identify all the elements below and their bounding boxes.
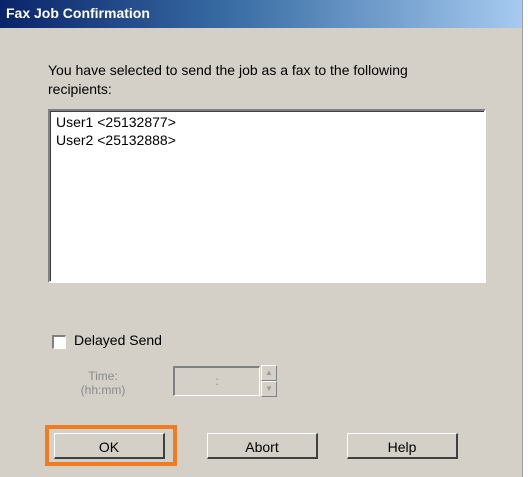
recipients-listbox[interactable]: User1 <25132877> User2 <25132888> xyxy=(48,109,486,283)
time-label-line1: Time: xyxy=(88,369,118,383)
delayed-send-checkbox[interactable] xyxy=(52,335,66,349)
dialog-title: Fax Job Confirmation xyxy=(6,5,150,21)
spin-up-icon[interactable]: ▲ xyxy=(261,365,277,381)
abort-button[interactable]: Abort xyxy=(207,433,318,459)
recipient-item[interactable]: User2 <25132888> xyxy=(56,132,176,148)
time-label-line2: (hh:mm) xyxy=(80,383,126,397)
ok-button-highlight xyxy=(45,425,177,466)
time-input[interactable]: : xyxy=(173,366,260,396)
delayed-send-label[interactable]: Delayed Send xyxy=(74,332,162,348)
confirmation-message: You have selected to send the job as a f… xyxy=(48,62,408,97)
recipient-item[interactable]: User1 <25132877> xyxy=(56,114,176,130)
title-bar: Fax Job Confirmation xyxy=(0,0,522,28)
spin-down-icon[interactable]: ▼ xyxy=(261,381,277,397)
time-label: Time: (hh:mm) xyxy=(71,369,135,397)
fax-job-confirmation-dialog: Fax Job Confirmation You have selected t… xyxy=(0,0,523,477)
help-button[interactable]: Help xyxy=(347,433,458,459)
